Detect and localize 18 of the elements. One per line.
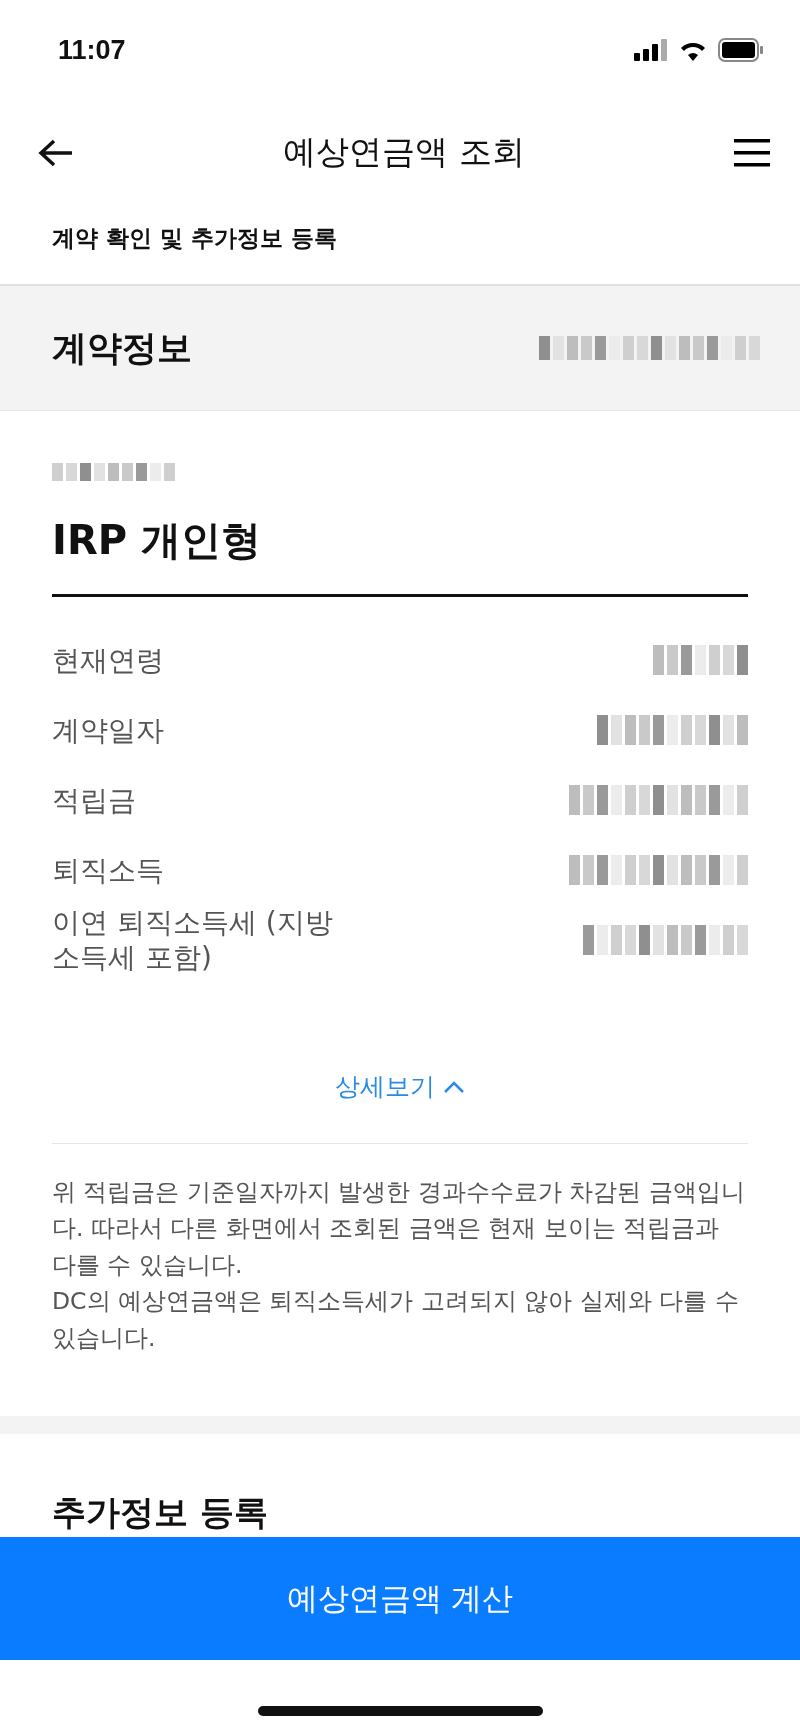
contract-name: IRP 개인형	[52, 513, 748, 597]
section-title: 추가정보 등록	[51, 1491, 269, 1535]
row-label: 퇴직소득	[52, 852, 165, 888]
notice-text: DC의 예상연금액은 퇴직소득세가 고려되지 않아 실제와 다를 수 있습니다.	[52, 1286, 740, 1354]
details-toggle[interactable]: 상세보기	[335, 1070, 465, 1103]
row-label: 적립금	[52, 782, 137, 818]
section-title: 계약정보	[52, 326, 192, 370]
row-label: 계약일자	[52, 712, 165, 748]
status-time: 11:07	[58, 34, 126, 66]
signal-icon	[634, 39, 668, 61]
notice-text: 위 적립금은 기준일자까지 발생한 경과수수료가 차감된 금액입니다. 따라서 다른 화면에서 조회된 금액은 현재 보이는 적립금과 다를 수 있습니다.	[52, 1177, 746, 1281]
row-label: 현재연령	[52, 642, 165, 678]
calculate-button[interactable]: 예상연금액 계산	[0, 1537, 800, 1660]
battery-icon	[718, 38, 764, 62]
menu-icon[interactable]	[734, 138, 770, 167]
page-title: 예상연금액 조회	[283, 131, 525, 173]
back-icon[interactable]	[38, 137, 74, 168]
row-label: 이연 퇴직소득세 (지방소득세 포함)	[52, 905, 334, 975]
